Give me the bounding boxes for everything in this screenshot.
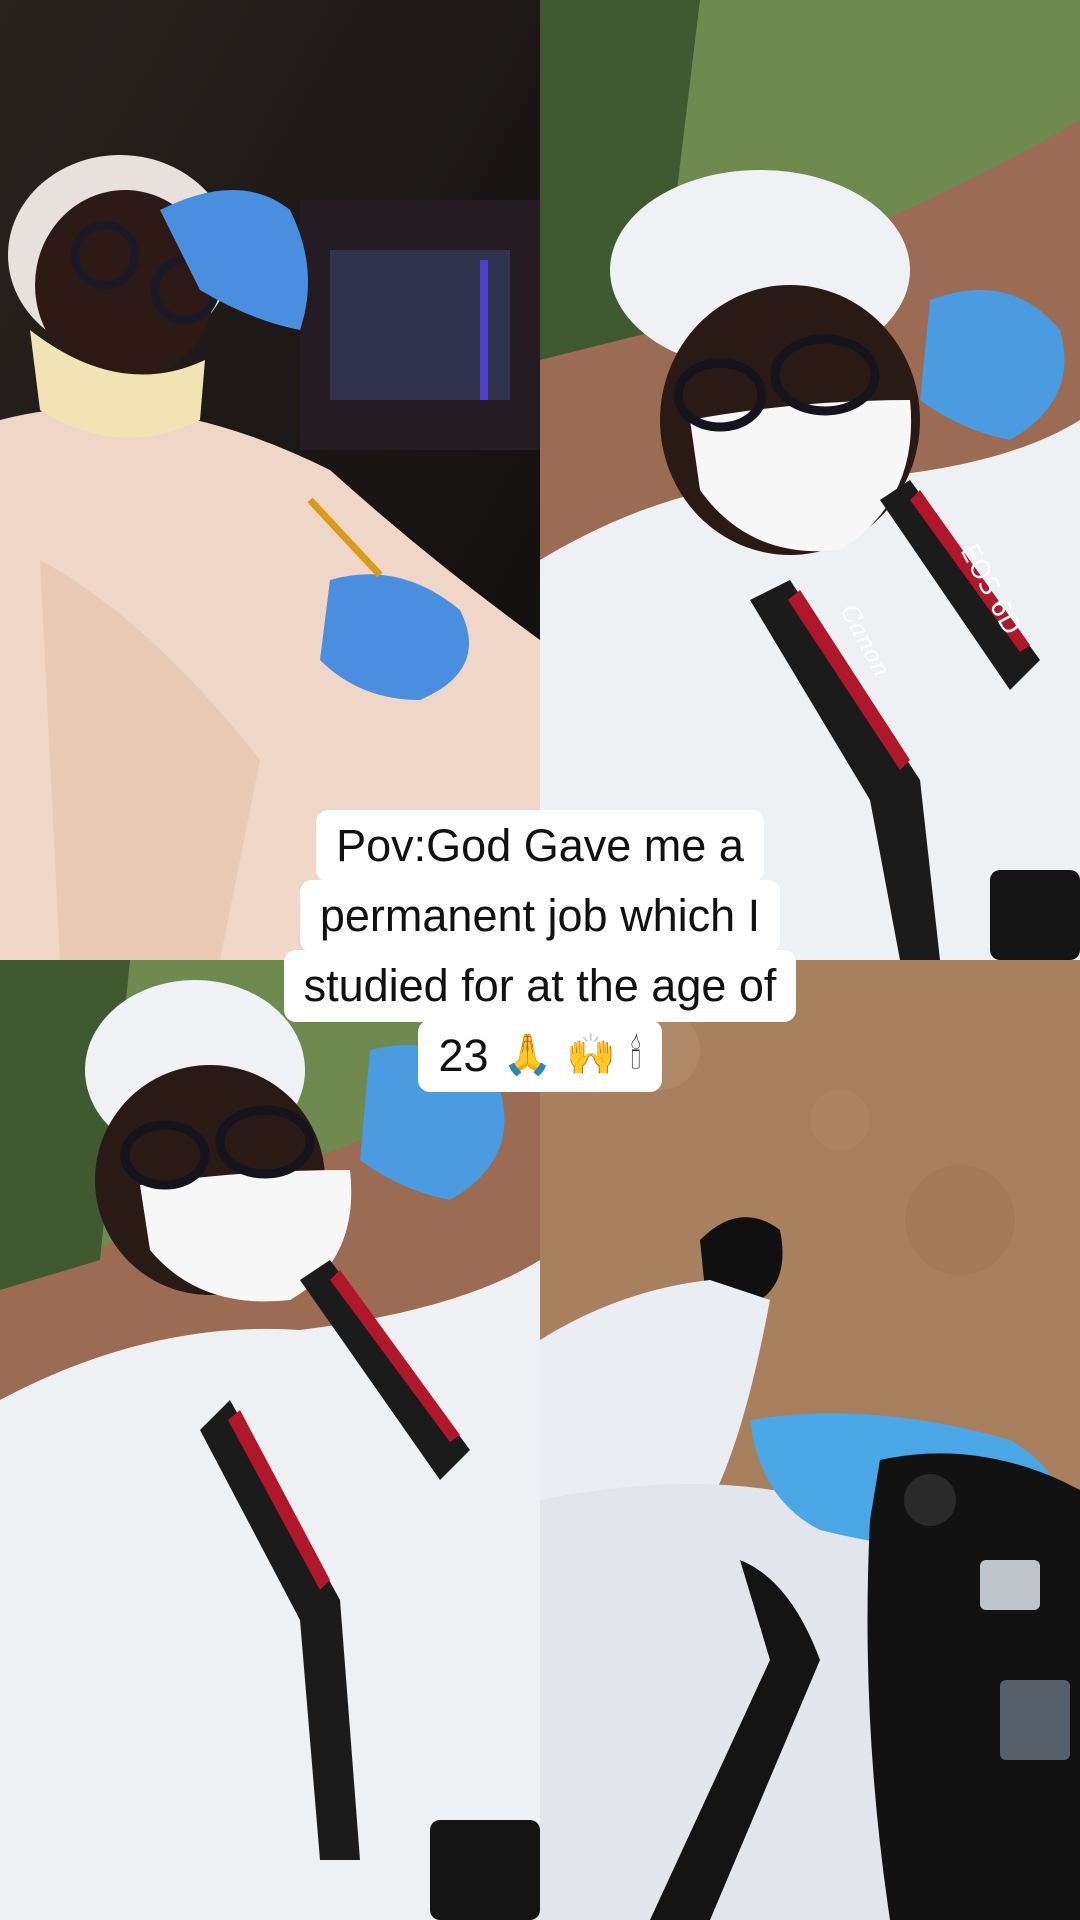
caption-line-2: permanent job which I [299,880,781,952]
caption-line-4: 23 🙏 🙌 🕯 [418,1020,662,1092]
photo-shoe-and-camera [540,960,1080,1920]
folded-hands-emoji-icon: 🙏 [502,1032,553,1078]
caption-overlay: Pov:God Gave me a permanent job which I … [0,810,1080,1092]
photo-road-selfie-2 [0,960,540,1920]
caption-age-text: 23 [438,1030,489,1081]
caption-line-1: Pov:God Gave me a [316,810,764,882]
candle-emoji-icon: 🕯 [630,1032,642,1078]
raising-hands-emoji-icon: 🙌 [566,1032,617,1078]
caption-line-3: studied for at the age of [283,950,797,1022]
